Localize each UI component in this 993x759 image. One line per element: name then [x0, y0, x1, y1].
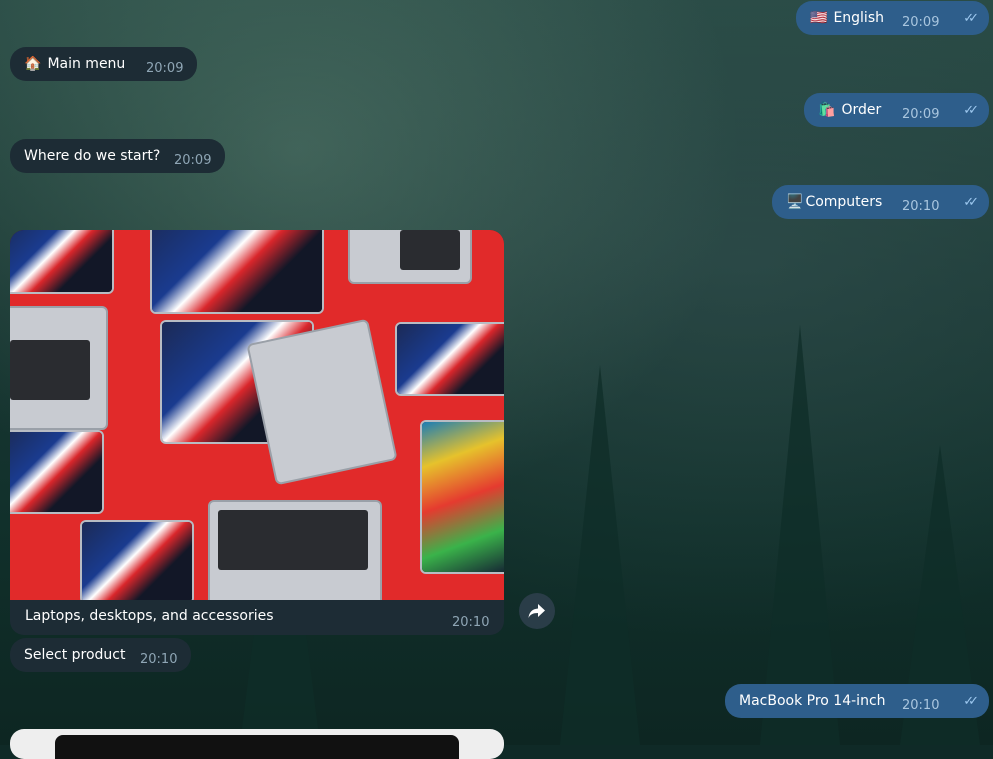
photo-caption: Laptops, desktops, and accessories [25, 608, 274, 624]
photo-message[interactable]: Laptops, desktops, and accessories 20:10 [10, 230, 504, 635]
double-check-icon: ✓✓ [963, 195, 979, 210]
message-bubble-incoming[interactable]: 🏠 Main menu 20:09 [10, 47, 197, 81]
message-bubble-incoming[interactable]: Where do we start? 20:09 [10, 139, 225, 173]
photo-message-partial[interactable] [10, 729, 504, 759]
laptop-screen-shape [420, 420, 504, 574]
laptop-screen-shape [10, 430, 104, 514]
message-time: 20:09 [902, 107, 940, 122]
laptops-photo[interactable] [10, 230, 504, 600]
message-time: 20:10 [902, 698, 940, 713]
message-text: MacBook Pro 14-inch [739, 693, 886, 709]
keyboard-shape [10, 340, 90, 400]
double-check-icon: ✓✓ [963, 11, 979, 26]
tree-shape [560, 365, 640, 745]
message-text: Order [841, 102, 882, 118]
laptop-screen-shape [150, 230, 324, 314]
house-icon: 🏠 [24, 56, 42, 72]
message-time: 20:10 [902, 199, 940, 214]
laptop-screen-shape [10, 230, 114, 294]
forward-button[interactable] [519, 593, 555, 629]
message-bubble-outgoing[interactable]: 🇺🇸 English 20:09 ✓✓ [796, 1, 989, 35]
device-photo-shape [55, 735, 459, 759]
shopping-bags-icon: 🛍️ [818, 102, 836, 118]
double-check-icon: ✓✓ [963, 694, 979, 709]
laptop-screen-shape [395, 322, 504, 396]
message-text: Computers [805, 194, 883, 210]
keyboard-shape [400, 230, 460, 270]
laptop-shape [246, 318, 398, 486]
desktop-computer-icon: 🖥️ [786, 194, 804, 210]
message-text: Select product [24, 647, 126, 663]
message-time: 20:09 [902, 15, 940, 30]
message-text: English [833, 10, 884, 26]
message-bubble-outgoing[interactable]: 🛍️ Order 20:09 ✓✓ [804, 93, 989, 127]
message-time: 20:10 [140, 652, 178, 667]
message-bubble-outgoing[interactable]: MacBook Pro 14-inch 20:10 ✓✓ [725, 684, 989, 718]
tree-shape [760, 325, 840, 745]
double-check-icon: ✓✓ [963, 103, 979, 118]
us-flag-icon: 🇺🇸 [810, 10, 828, 26]
laptop-screen-shape [80, 520, 194, 600]
message-time: 20:09 [174, 153, 212, 168]
message-bubble-outgoing[interactable]: 🖥️ Computers 20:10 ✓✓ [772, 185, 989, 219]
message-text: Where do we start? [24, 148, 161, 164]
message-time: 20:10 [452, 615, 490, 630]
message-text: Main menu [47, 56, 126, 72]
message-bubble-incoming[interactable]: Select product 20:10 [10, 638, 191, 672]
message-time: 20:09 [146, 61, 184, 76]
forward-arrow-icon [528, 604, 545, 618]
keyboard-shape [218, 510, 368, 570]
